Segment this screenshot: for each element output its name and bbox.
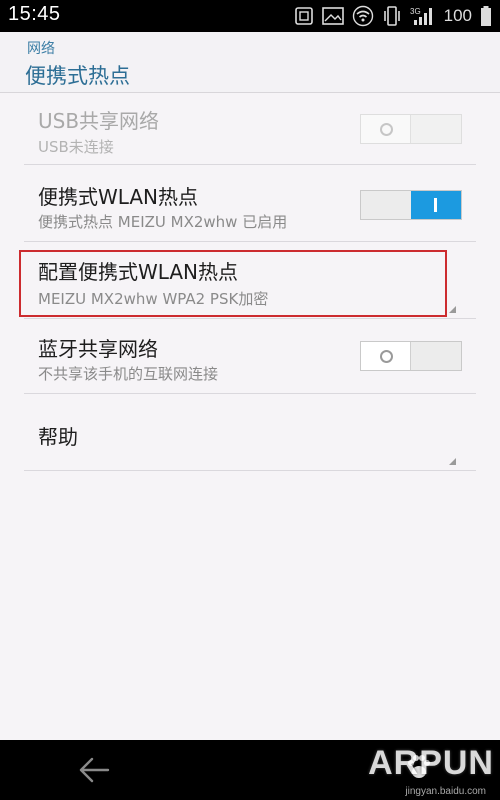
- bluetooth-tethering-toggle[interactable]: [360, 341, 462, 371]
- setting-title: 帮助: [38, 425, 78, 449]
- page-header: 网络 便携式热点: [0, 32, 500, 93]
- setting-bluetooth-tethering[interactable]: 蓝牙共享网络 不共享该手机的互联网连接: [24, 319, 476, 394]
- setting-title: 蓝牙共享网络: [38, 337, 158, 361]
- back-arrow-icon[interactable]: [74, 754, 114, 786]
- usb-tethering-toggle[interactable]: [360, 114, 462, 144]
- toggle-on-icon: [434, 198, 437, 212]
- breadcrumb[interactable]: 网络: [27, 38, 55, 58]
- watermark-url: jingyan.baidu.com: [405, 786, 486, 797]
- setting-subtitle: USB未连接: [38, 138, 114, 156]
- toggle-off-icon: [380, 350, 393, 363]
- corner-indicator-icon: [449, 306, 456, 313]
- screenshot-icon: [294, 7, 313, 25]
- battery-icon: [481, 6, 491, 26]
- page-title: 便携式热点: [25, 64, 130, 88]
- setting-title: 便携式WLAN热点: [38, 185, 199, 209]
- setting-wlan-hotspot[interactable]: 便携式WLAN热点 便携式热点 MEIZU MX2whw 已启用: [24, 165, 476, 242]
- setting-subtitle: MEIZU MX2whw WPA2 PSK加密: [38, 290, 269, 308]
- vibrate-icon: [383, 6, 400, 26]
- wlan-hotspot-toggle[interactable]: [360, 190, 462, 220]
- setting-usb-tethering[interactable]: USB共享网络 USB未连接: [24, 93, 476, 165]
- watermark-logo: ARPUN: [368, 744, 494, 782]
- setting-title: 配置便携式WLAN热点: [38, 260, 239, 284]
- setting-title: USB共享网络: [38, 109, 160, 133]
- wifi-icon: [352, 5, 373, 27]
- svg-text:3G: 3G: [410, 7, 421, 16]
- status-icons: 3G 100: [294, 0, 492, 32]
- status-bar: 15:45 3G 100: [0, 0, 500, 32]
- corner-indicator-icon: [449, 458, 456, 465]
- toggle-off-icon: [380, 123, 393, 136]
- setting-subtitle: 不共享该手机的互联网连接: [38, 365, 219, 383]
- status-time: 15:45: [8, 3, 61, 25]
- battery-level: 100: [443, 6, 472, 25]
- signal-3g-icon: 3G: [410, 7, 432, 25]
- setting-subtitle: 便携式热点 MEIZU MX2whw 已启用: [38, 213, 288, 231]
- image-icon: [321, 7, 344, 25]
- setting-help[interactable]: 帮助: [24, 394, 476, 471]
- setting-configure-wlan-hotspot[interactable]: 配置便携式WLAN热点 MEIZU MX2whw WPA2 PSK加密: [24, 242, 476, 319]
